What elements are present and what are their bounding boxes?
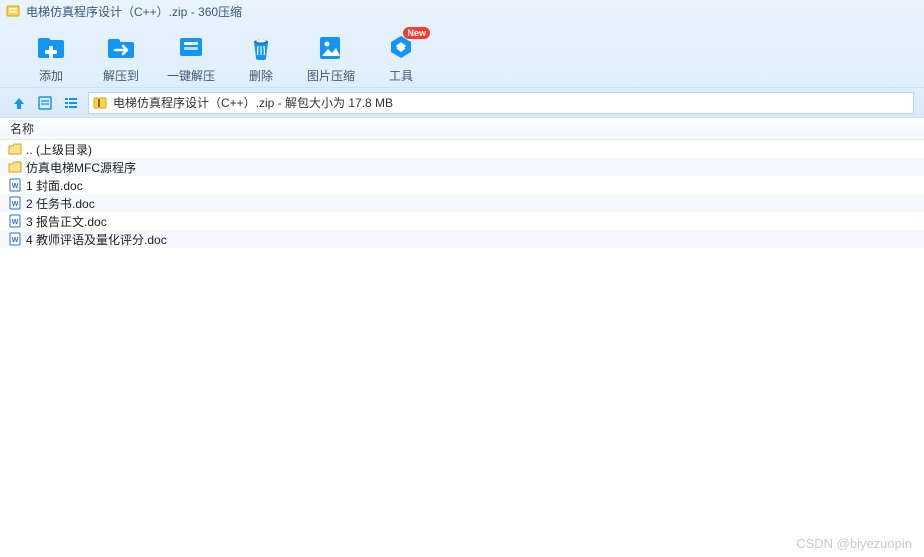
add-icon (34, 31, 68, 63)
toolbar-label: 删除 (249, 67, 273, 84)
column-header[interactable]: 名称 (0, 118, 924, 140)
file-name: 仿真电梯MFC源程序 (26, 159, 136, 176)
doc-icon: W (8, 196, 22, 210)
doc-icon: W (8, 232, 22, 246)
watermark: CSDN @biyezuopin (796, 536, 912, 551)
toolbar: 添加 解压到 一键解压 删除 图片压缩 New 工具 (0, 22, 924, 88)
file-list: .. (上级目录) 仿真电梯MFC源程序 W 1 封面.doc W 2 任务书.… (0, 140, 924, 256)
view-detail-icon[interactable] (36, 94, 54, 112)
folder-icon (8, 160, 22, 174)
svg-text:W: W (12, 219, 19, 226)
list-item[interactable]: W 3 报告正文.doc (0, 212, 924, 230)
quick-extract-button[interactable]: 一键解压 (158, 31, 224, 84)
column-name: 名称 (10, 120, 34, 137)
tools-button[interactable]: New 工具 (368, 31, 434, 84)
image-compress-button[interactable]: 图片压缩 (298, 31, 364, 84)
path-input[interactable]: 电梯仿真程序设计（C++）.zip - 解包大小为 17.8 MB (88, 92, 914, 114)
folder-icon (8, 142, 22, 156)
window-title: 电梯仿真程序设计（C++）.zip - 360压缩 (26, 3, 242, 20)
extract-to-icon (104, 31, 138, 63)
delete-button[interactable]: 删除 (228, 31, 294, 84)
quick-extract-icon (174, 31, 208, 63)
file-name: 4 教师评语及量化评分.doc (26, 231, 167, 248)
zip-icon (93, 96, 107, 110)
list-item[interactable]: W 2 任务书.doc (0, 194, 924, 212)
list-item-up[interactable]: .. (上级目录) (0, 140, 924, 158)
path-text: 电梯仿真程序设计（C++）.zip - 解包大小为 17.8 MB (113, 94, 393, 111)
list-item-folder[interactable]: 仿真电梯MFC源程序 (0, 158, 924, 176)
file-name: 2 任务书.doc (26, 195, 95, 212)
add-button[interactable]: 添加 (18, 31, 84, 84)
image-compress-icon (314, 31, 348, 63)
toolbar-label: 添加 (39, 67, 63, 84)
title-bar: 电梯仿真程序设计（C++）.zip - 360压缩 (0, 0, 924, 22)
new-badge: New (403, 27, 430, 39)
app-icon (6, 4, 20, 18)
doc-icon: W (8, 178, 22, 192)
delete-icon (244, 31, 278, 63)
up-icon[interactable] (10, 94, 28, 112)
nav-bar: 电梯仿真程序设计（C++）.zip - 解包大小为 17.8 MB (0, 88, 924, 118)
file-name: 3 报告正文.doc (26, 213, 107, 230)
toolbar-label: 工具 (389, 67, 413, 84)
toolbar-label: 图片压缩 (307, 67, 355, 84)
view-list-icon[interactable] (62, 94, 80, 112)
toolbar-label: 解压到 (103, 67, 139, 84)
svg-text:W: W (12, 201, 19, 208)
doc-icon: W (8, 214, 22, 228)
svg-text:W: W (12, 183, 19, 190)
svg-text:W: W (12, 237, 19, 244)
list-item[interactable]: W 1 封面.doc (0, 176, 924, 194)
extract-to-button[interactable]: 解压到 (88, 31, 154, 84)
toolbar-label: 一键解压 (167, 67, 215, 84)
file-name: 1 封面.doc (26, 177, 83, 194)
file-name: .. (上级目录) (26, 141, 92, 158)
list-item[interactable]: W 4 教师评语及量化评分.doc (0, 230, 924, 248)
